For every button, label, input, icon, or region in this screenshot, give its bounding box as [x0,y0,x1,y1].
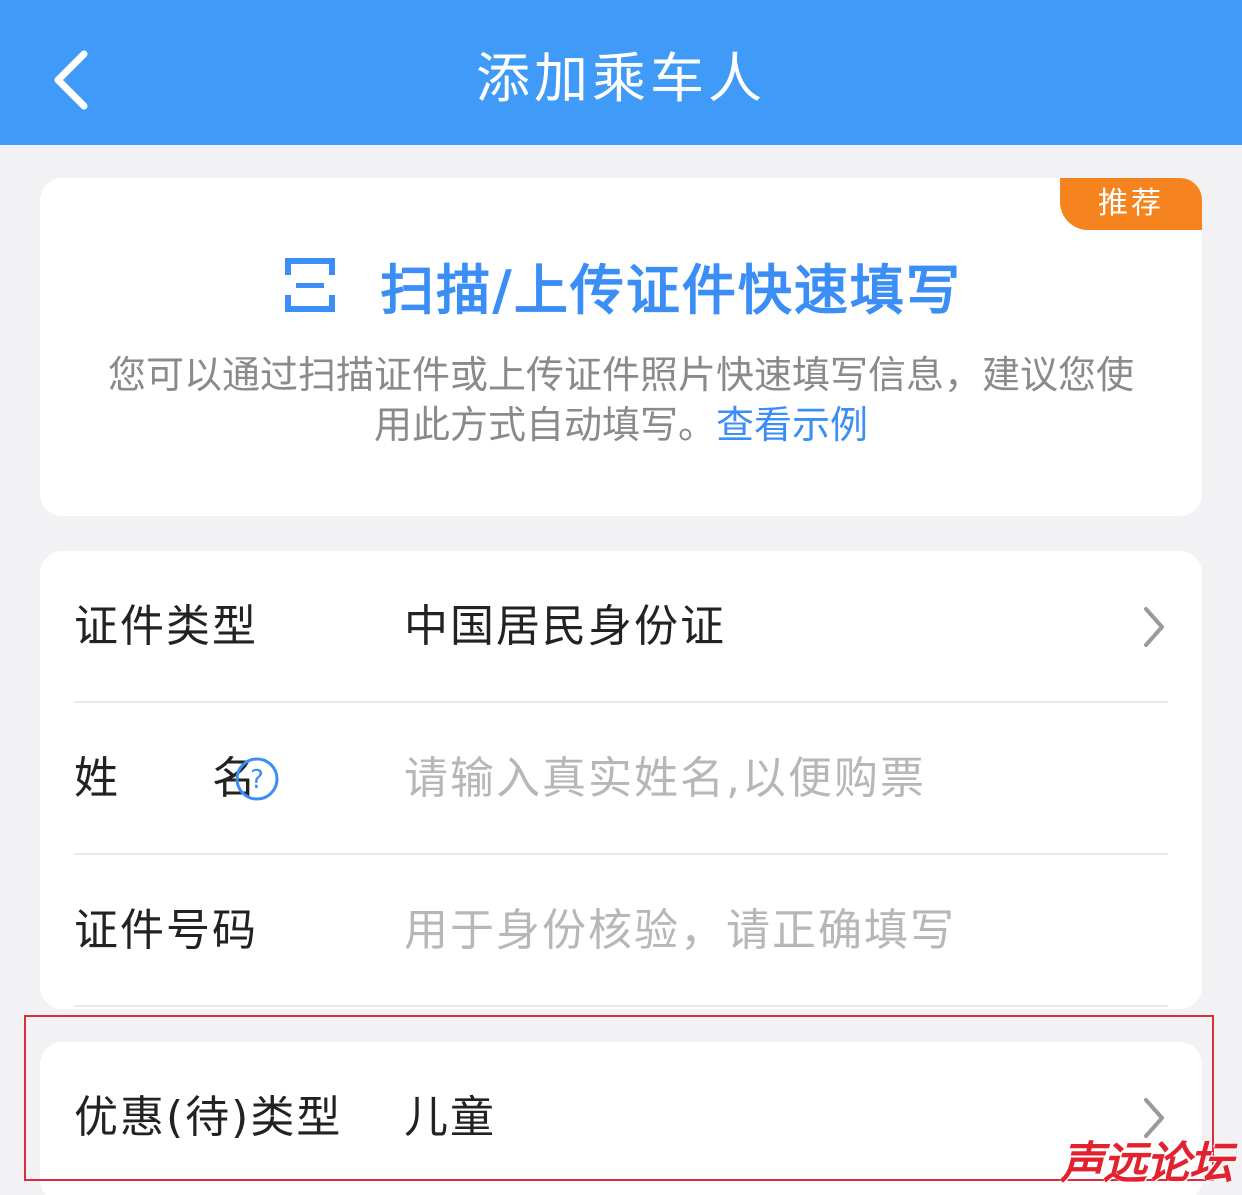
passenger-form: 证件类型 中国居民身份证 姓 名 ? 请输入真实姓名,以便购票 证件号码 用于身… [40,551,1202,1009]
scan-icon [285,258,336,312]
scan-description: 您可以通过扫描证件或上传证件照片快速填写信息，建议您使用此方式自动填写。查看示例 [100,350,1142,450]
discount-type-card: 优惠(待)类型 儿童 [40,1042,1202,1195]
scan-upload-title: 扫描/上传证件快速填写 [380,258,962,322]
id-number-label: 证件号码 [74,905,258,956]
name-input[interactable]: 请输入真实姓名,以便购票 [404,703,926,855]
name-row: 姓 名 ? 请输入真实姓名,以便购票 [74,703,1168,855]
id-number-input[interactable]: 用于身份核验，请正确填写 [404,855,956,1007]
scan-description-text: 您可以通过扫描证件或上传证件照片快速填写信息，建议您使用此方式自动填写。 [107,353,1134,447]
chevron-right-icon [1144,607,1164,647]
scan-upload-button[interactable]: 扫描/上传证件快速填写 [40,250,1202,322]
id-type-row[interactable]: 证件类型 中国居民身份证 [74,551,1168,703]
svg-text:?: ? [250,765,264,795]
id-type-value: 中国居民身份证 [404,601,726,652]
discount-type-value: 儿童 [404,1092,496,1143]
id-number-row: 证件号码 用于身份核验，请正确填写 [74,855,1168,1007]
discount-type-label: 优惠(待)类型 [74,1092,343,1143]
question-circle-icon[interactable]: ? [234,756,280,802]
name-label: 姓 名 [74,753,258,804]
recommend-badge: 推荐 [1060,178,1202,230]
id-type-label: 证件类型 [74,601,258,652]
discount-type-row[interactable]: 优惠(待)类型 儿童 [74,1042,1168,1194]
scan-upload-card[interactable]: 推荐 扫描/上传证件快速填写 您可以通过扫描证件或上传证件照片快速填写信息，建议… [40,178,1202,516]
header-bar: 添加乘车人 [0,0,1242,145]
page-title: 添加乘车人 [476,47,766,110]
view-example-link[interactable]: 查看示例 [716,403,868,447]
watermark: 声远论坛 [1060,1138,1233,1189]
